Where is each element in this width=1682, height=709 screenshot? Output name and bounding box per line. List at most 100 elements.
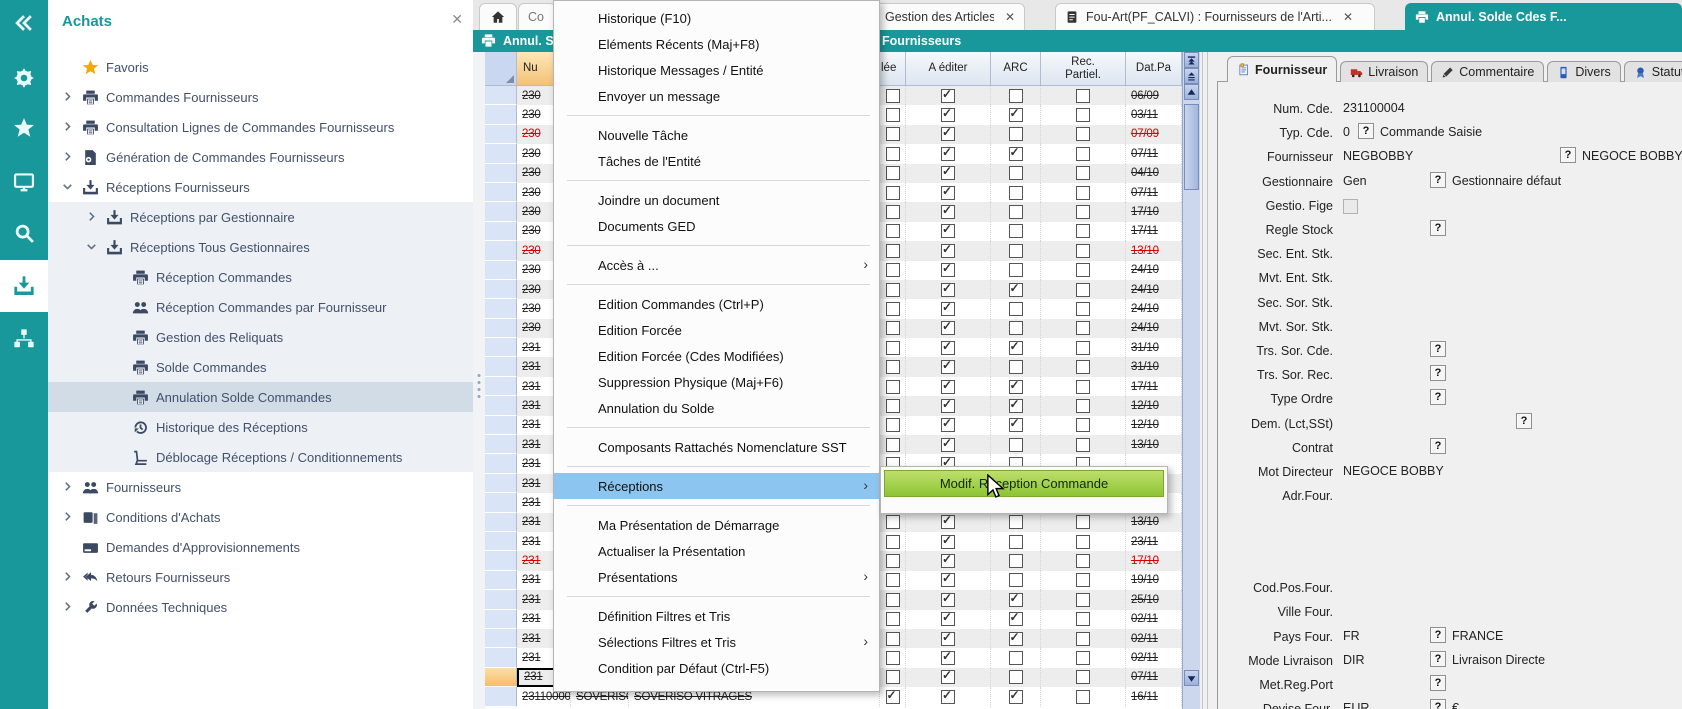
checkbox-rec-partiel[interactable] — [1076, 321, 1090, 335]
header-a-editer[interactable]: A éditer — [906, 52, 991, 86]
checkbox-a-editer[interactable] — [941, 651, 955, 665]
checkbox-arc[interactable] — [1009, 554, 1023, 568]
tab-partial[interactable]: Co — [518, 3, 556, 30]
row-selector[interactable] — [485, 532, 517, 551]
sidebar-splitter[interactable] — [473, 0, 485, 709]
checkbox-arc[interactable] — [1009, 515, 1023, 529]
checkbox-lee[interactable] — [886, 263, 900, 277]
checkbox-rec-partiel[interactable] — [1076, 127, 1090, 141]
checkbox-a-editer[interactable] — [941, 612, 955, 626]
checkbox-arc[interactable] — [1009, 535, 1023, 549]
row-selector[interactable] — [485, 241, 517, 260]
chevron-right-icon[interactable] — [60, 479, 76, 495]
table-vertical-scrollbar[interactable] — [1182, 52, 1200, 709]
checkbox-a-editer[interactable] — [941, 108, 955, 122]
row-selector[interactable] — [485, 357, 517, 376]
checkbox-lee[interactable] — [886, 166, 900, 180]
checkbox-a-editer[interactable] — [941, 224, 955, 238]
menu-item[interactable]: Historique (F10) — [554, 5, 879, 31]
checkbox-lee[interactable] — [886, 399, 900, 413]
sidebar-item[interactable]: Gestion des Reliquats — [48, 322, 473, 352]
tab-4[interactable]: Fou-Art(PF_CALVI) : Fournisseurs de l'Ar… — [1055, 3, 1375, 30]
row-selector[interactable] — [485, 687, 517, 706]
sidebar-item[interactable]: Annulation Solde Commandes — [48, 382, 473, 412]
row-selector[interactable] — [485, 590, 517, 609]
checkbox-arc[interactable] — [1009, 205, 1023, 219]
checkbox-lee[interactable] — [886, 283, 900, 297]
checkbox-arc[interactable] — [1009, 244, 1023, 258]
row-selector[interactable] — [485, 571, 517, 590]
checkbox-rec-partiel[interactable] — [1076, 690, 1090, 704]
sidebar-item[interactable]: Fournisseurs — [48, 472, 473, 502]
menu-item[interactable]: Joindre un document — [554, 187, 879, 213]
row-selector[interactable] — [485, 493, 517, 512]
checkbox-lee[interactable] — [886, 380, 900, 394]
header-rec-partiel[interactable]: Rec. Partiel. — [1041, 52, 1126, 86]
sidebar-item[interactable]: Réceptions par Gestionnaire — [48, 202, 473, 232]
detail-tab-divers[interactable]: Divers — [1547, 61, 1620, 82]
checkbox-arc[interactable] — [1009, 108, 1023, 122]
menu-item[interactable]: Composants Rattachés Nomenclature SST — [554, 434, 879, 460]
checkbox-lee[interactable] — [886, 244, 900, 258]
row-selector[interactable] — [485, 648, 517, 667]
checkbox-lee[interactable] — [886, 438, 900, 452]
checkbox-rec-partiel[interactable] — [1076, 166, 1090, 180]
checkbox-lee[interactable] — [886, 651, 900, 665]
menu-item[interactable]: Tâches de l'Entité — [554, 148, 879, 174]
sidebar-item[interactable]: Solde Commandes — [48, 352, 473, 382]
field-value[interactable]: FR — [1343, 629, 1360, 643]
checkbox-a-editer[interactable] — [941, 302, 955, 316]
help-button[interactable]: ? — [1430, 699, 1446, 709]
checkbox-lee[interactable] — [886, 612, 900, 626]
checkbox-a-editer[interactable] — [941, 321, 955, 335]
checkbox-rec-partiel[interactable] — [1076, 573, 1090, 587]
help-button[interactable]: ? — [1430, 675, 1446, 691]
row-selector[interactable] — [485, 416, 517, 435]
tab-home[interactable] — [479, 3, 517, 30]
sidebar-item[interactable]: Réceptions Fournisseurs — [48, 172, 473, 202]
checkbox-lee[interactable] — [886, 535, 900, 549]
tab-3[interactable]: Gestion des Articles...✕ — [875, 3, 1025, 30]
row-selector[interactable] — [485, 435, 517, 454]
menu-item[interactable]: Actualiser la Présentation — [554, 538, 879, 564]
row-selector[interactable] — [485, 454, 517, 473]
checkbox-arc[interactable] — [1009, 632, 1023, 646]
checkbox-lee[interactable] — [886, 515, 900, 529]
checkbox-rec-partiel[interactable] — [1076, 438, 1090, 452]
checkbox-lee[interactable] — [886, 341, 900, 355]
checkbox-rec-partiel[interactable] — [1076, 399, 1090, 413]
row-selector[interactable] — [485, 610, 517, 629]
menu-item[interactable]: Présentations› — [554, 564, 879, 590]
checkbox-lee[interactable] — [886, 108, 900, 122]
row-selector[interactable] — [485, 105, 517, 124]
checkbox-lee[interactable] — [886, 554, 900, 568]
checkbox-rec-partiel[interactable] — [1076, 147, 1090, 161]
checkbox-arc[interactable] — [1009, 380, 1023, 394]
checkbox-a-editer[interactable] — [941, 244, 955, 258]
checkbox-lee[interactable] — [886, 302, 900, 316]
checkbox-a-editer[interactable] — [941, 186, 955, 200]
checkbox-arc[interactable] — [1009, 224, 1023, 238]
tab-close-icon[interactable]: ✕ — [1005, 10, 1015, 24]
checkbox-rec-partiel[interactable] — [1076, 632, 1090, 646]
checkbox-a-editer[interactable] — [941, 418, 955, 432]
menu-item[interactable]: Nouvelle Tâche — [554, 122, 879, 148]
checkbox-rec-partiel[interactable] — [1076, 670, 1090, 684]
checkbox-a-editer[interactable] — [941, 166, 955, 180]
help-button[interactable]: ? — [1358, 123, 1374, 139]
sidebar-close-icon[interactable]: ✕ — [451, 11, 463, 28]
checkbox-lee[interactable] — [886, 147, 900, 161]
chevron-right-icon[interactable] — [60, 509, 76, 525]
checkbox-rec-partiel[interactable] — [1076, 186, 1090, 200]
sidebar-item[interactable]: Déblocage Réceptions / Conditionnements — [48, 442, 473, 472]
checkbox-rec-partiel[interactable] — [1076, 205, 1090, 219]
row-selector[interactable] — [485, 377, 517, 396]
field-value[interactable]: 231100004 — [1343, 101, 1405, 115]
chevron-right-icon[interactable] — [60, 119, 76, 135]
checkbox-a-editer[interactable] — [941, 632, 955, 646]
menu-item[interactable]: Accès à ...› — [554, 252, 879, 278]
checkbox-rec-partiel[interactable] — [1076, 360, 1090, 374]
checkbox-lee[interactable] — [886, 573, 900, 587]
checkbox-rec-partiel[interactable] — [1076, 341, 1090, 355]
help-button[interactable]: ? — [1430, 438, 1446, 454]
